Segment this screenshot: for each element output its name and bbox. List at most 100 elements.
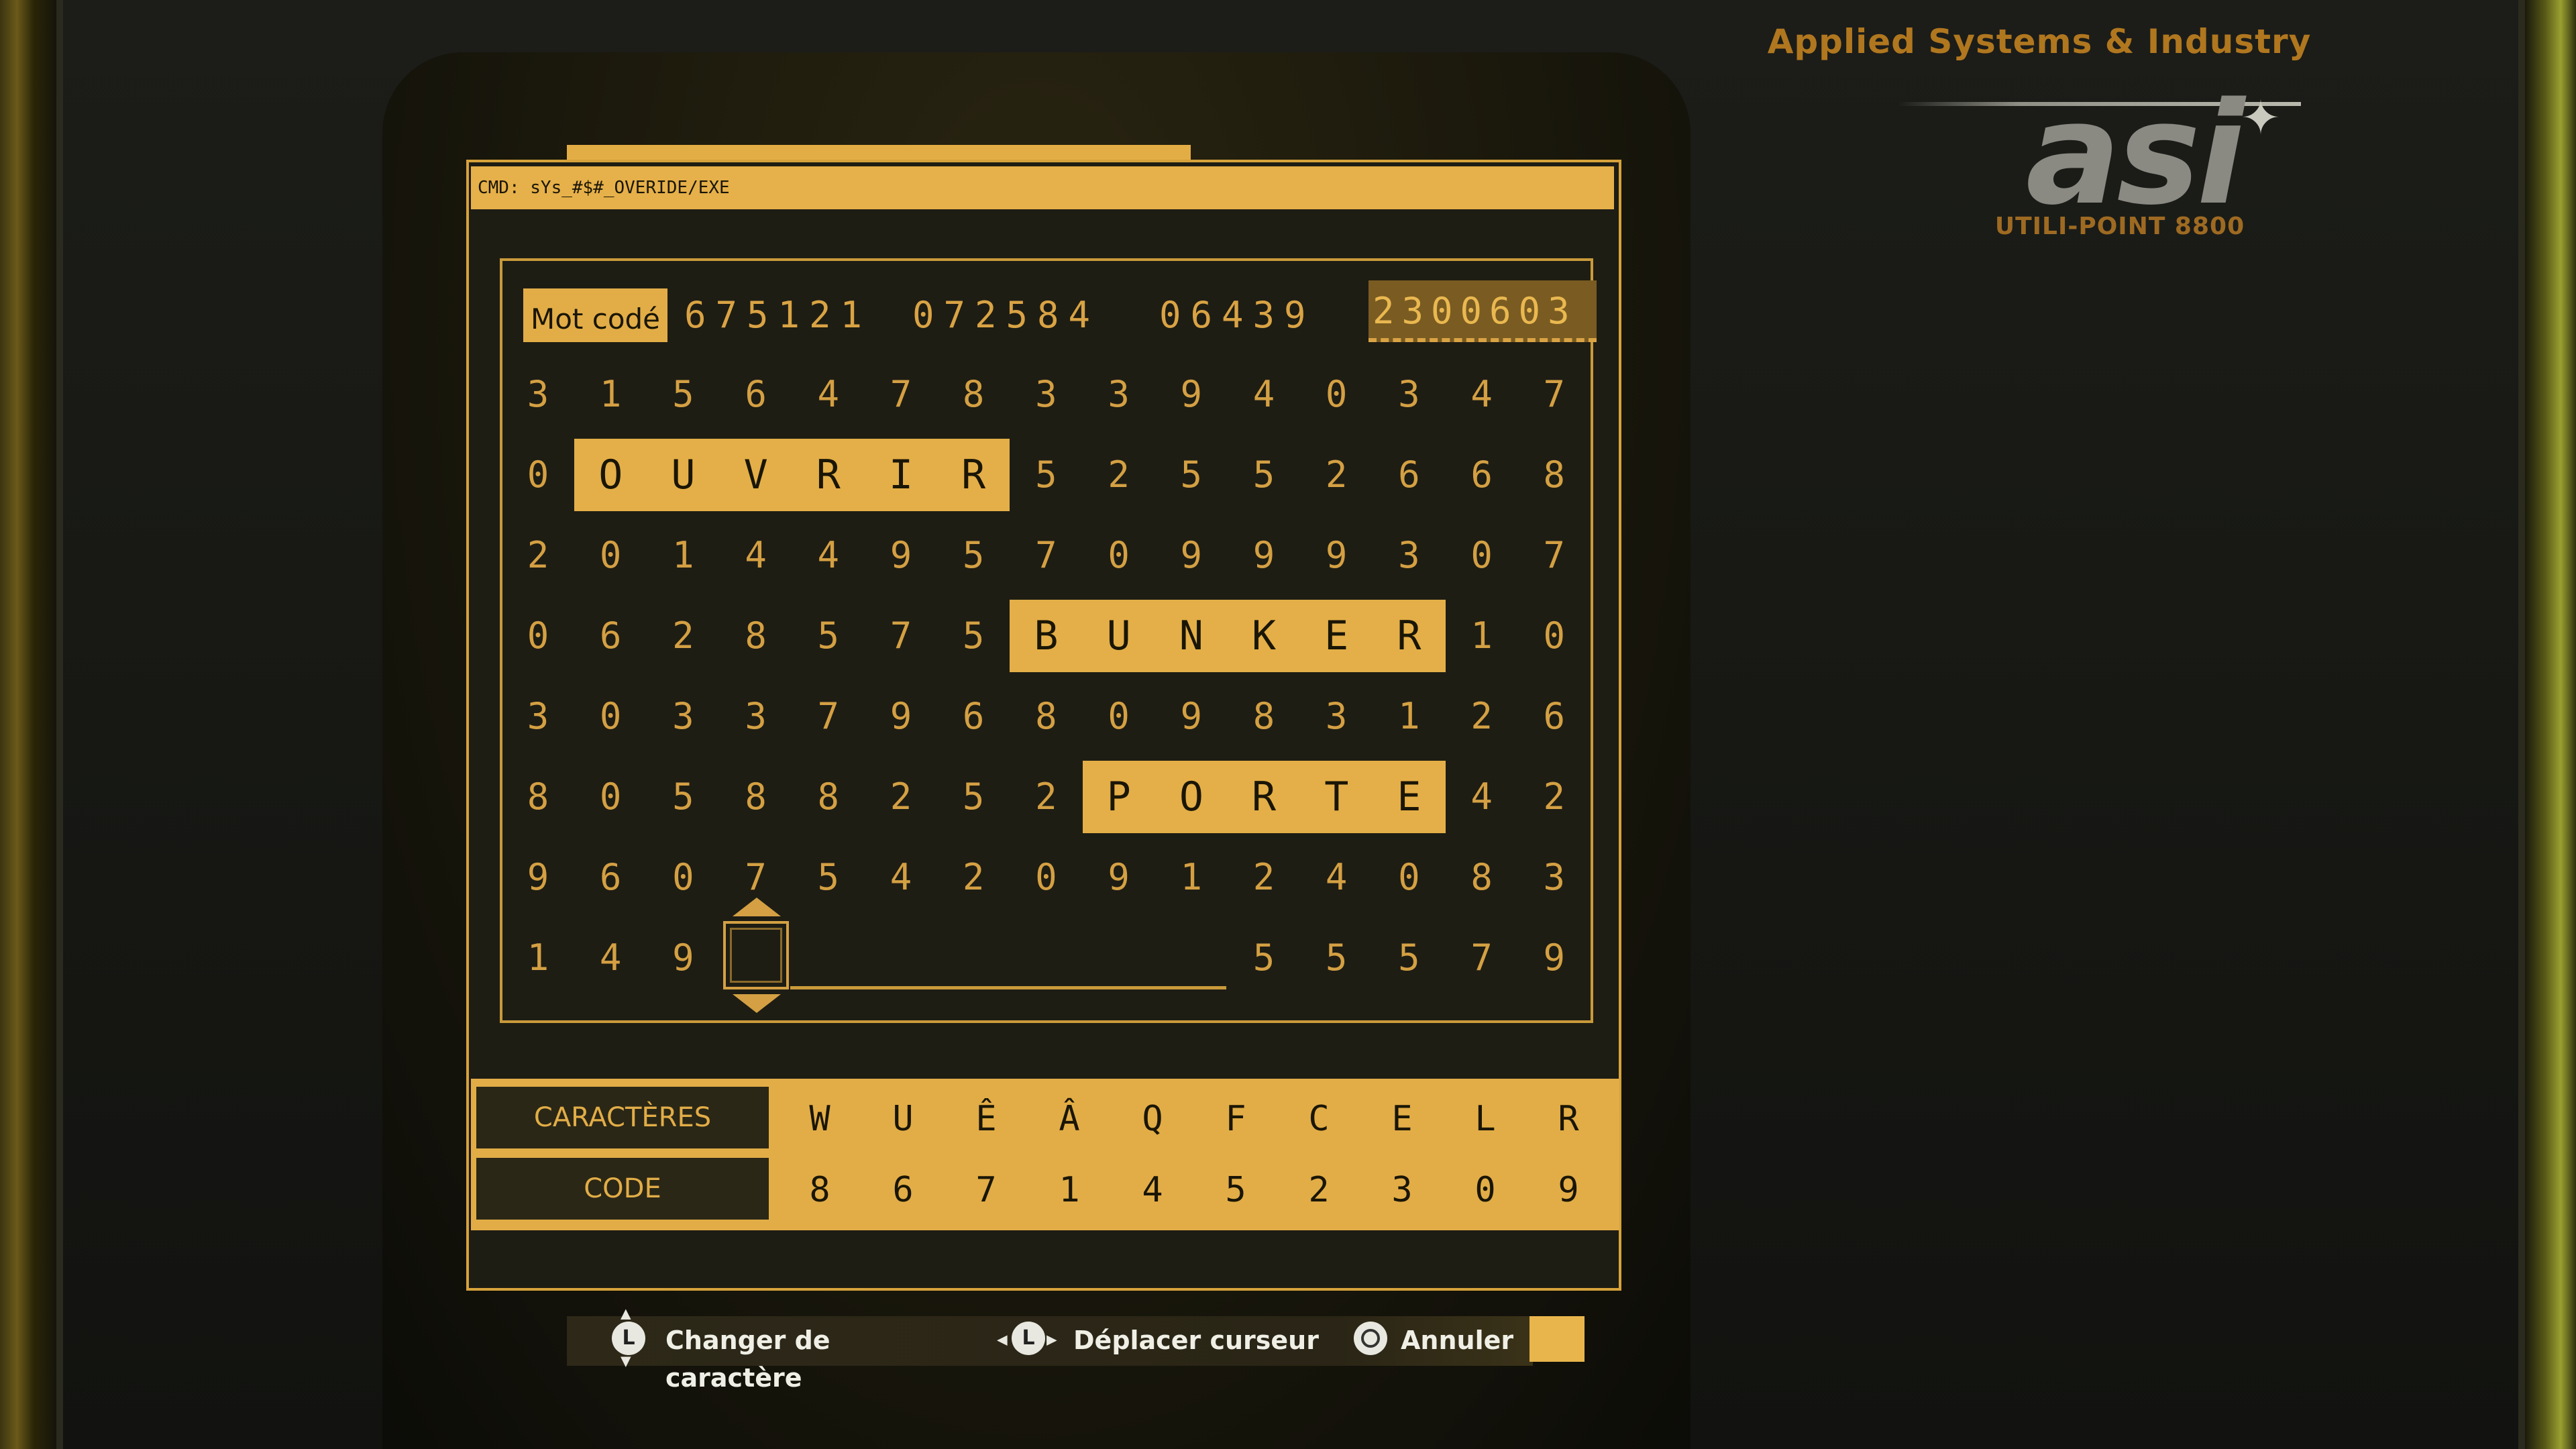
- grid-digit: 5: [672, 373, 694, 415]
- arrow-down-icon[interactable]: [733, 994, 781, 1013]
- grid-digit: 0: [1035, 856, 1057, 898]
- grid-digit: 3: [1325, 695, 1348, 737]
- grid-digit: 8: [1035, 695, 1057, 737]
- word-letter: O: [1179, 773, 1203, 820]
- grid-digit: 4: [1470, 775, 1493, 818]
- grid-digit: 3: [672, 695, 694, 737]
- grid-digit: 6: [962, 695, 985, 737]
- legend-code: 4: [1142, 1170, 1163, 1210]
- grid-digit: 5: [1252, 453, 1275, 496]
- grid-digit: 5: [817, 614, 840, 657]
- legend-character: W: [809, 1099, 830, 1139]
- grid-digit: 4: [1325, 856, 1348, 898]
- arrow-up-icon[interactable]: [733, 898, 781, 916]
- grid-digit: 5: [962, 775, 985, 818]
- grid-digit: 8: [527, 775, 549, 818]
- grid-digit: 8: [1470, 856, 1493, 898]
- grid-digit: 2: [1252, 856, 1275, 898]
- grid-digit: 5: [1325, 936, 1348, 979]
- grid-digit: 8: [745, 775, 767, 818]
- legend-code: 5: [1225, 1170, 1246, 1210]
- grid-digit: 8: [1543, 453, 1566, 496]
- circle-button-icon[interactable]: [1354, 1322, 1387, 1355]
- grid-digit: 3: [1543, 856, 1566, 898]
- grid-digit: 9: [1108, 856, 1130, 898]
- star-icon: ✦: [2241, 74, 2280, 150]
- grid-digit: 1: [1180, 856, 1203, 898]
- grid-digit: 9: [1180, 695, 1203, 737]
- grid-digit: 8: [1252, 695, 1275, 737]
- grid-digit: 2: [1470, 695, 1493, 737]
- legend-character: F: [1225, 1099, 1246, 1139]
- grid-digit: 9: [1180, 534, 1203, 576]
- left-stick-button-icon[interactable]: L: [1012, 1322, 1045, 1355]
- word-letter: R: [961, 451, 986, 498]
- word-letter: U: [671, 451, 696, 498]
- word-letter: E: [1397, 773, 1421, 820]
- grid-digit: 4: [817, 373, 840, 415]
- legend-code: 6: [892, 1170, 914, 1210]
- word-letter: R: [1252, 773, 1277, 820]
- word-letter: K: [1251, 612, 1277, 659]
- legend-character: E: [1391, 1099, 1413, 1139]
- grid-digit: 3: [527, 695, 549, 737]
- grid-digit: 4: [890, 856, 912, 898]
- legend-character: Â: [1059, 1099, 1080, 1139]
- grid-digit: 2: [1108, 453, 1130, 496]
- grid-digit: 0: [527, 453, 549, 496]
- grid-digit: 5: [817, 856, 840, 898]
- entry-underline: [790, 986, 1226, 989]
- grid-digit: 7: [1543, 534, 1566, 576]
- grid-digit: 9: [1543, 936, 1566, 979]
- legend-code: 7: [975, 1170, 997, 1210]
- grid-digit: 1: [527, 936, 549, 979]
- brand-model: UTILI-POINT 8800: [1994, 213, 2245, 240]
- grid-digit: 1: [672, 534, 694, 576]
- command-bar: CMD: sYs_#$#_OVERIDE/EXE: [471, 166, 1614, 209]
- word-letter: U: [1106, 612, 1131, 659]
- grid-digit: 2: [1543, 775, 1566, 818]
- grid-digit: 9: [1252, 534, 1275, 576]
- code-label: CODE: [476, 1158, 769, 1220]
- grid-digit: 2: [527, 534, 549, 576]
- grid-digit: 5: [1180, 453, 1203, 496]
- left-stick-button-icon[interactable]: L: [612, 1322, 645, 1355]
- legend-code: 8: [809, 1170, 830, 1210]
- word-letter: V: [743, 451, 768, 498]
- code-word-label: Mot codé: [523, 288, 667, 342]
- grid-digit: 9: [890, 534, 912, 576]
- grid-digit: 7: [890, 373, 912, 415]
- grid-digit: 3: [527, 373, 549, 415]
- legend-character: C: [1308, 1099, 1330, 1139]
- highlighted-word: P O RT E: [1082, 761, 1446, 833]
- grid-digit: 3: [1035, 373, 1057, 415]
- grid-digit: 5: [1035, 453, 1057, 496]
- grid-digit: 0: [599, 695, 622, 737]
- highlighted-word: BU N KE R: [1010, 600, 1446, 672]
- word-letter: P: [1106, 773, 1131, 820]
- grid-digit: 5: [672, 775, 694, 818]
- grid-digit: 6: [1470, 453, 1493, 496]
- grid-digit: 6: [599, 614, 622, 657]
- grid-digit: 2: [1035, 775, 1057, 818]
- grid-digit: 7: [817, 695, 840, 737]
- grid-digit: 3: [745, 695, 767, 737]
- grid-digit: 9: [527, 856, 549, 898]
- chevron-left-icon: ◀: [997, 1330, 1008, 1350]
- grid-digit: 5: [1398, 936, 1420, 979]
- grid-digit: 7: [1543, 373, 1566, 415]
- legend-character: R: [1558, 1099, 1579, 1139]
- word-letter: T: [1324, 773, 1349, 820]
- highlighted-word: O UV RIR: [574, 439, 1010, 511]
- grid-digit: 4: [817, 534, 840, 576]
- chevron-down-icon: ▼: [621, 1351, 631, 1371]
- grid-digit: 3: [1398, 373, 1420, 415]
- code-group: 06439: [1159, 294, 1316, 336]
- grid-digit: 0: [1398, 856, 1420, 898]
- change-character-hint: Changer de caractère: [665, 1326, 830, 1393]
- grid-digit: 9: [890, 695, 912, 737]
- brand-company-name: Applied Systems & Industry: [1767, 22, 2312, 61]
- cancel-hint[interactable]: Annuler: [1401, 1322, 1535, 1359]
- grid-digit: 3: [1398, 534, 1420, 576]
- grid-digit: 1: [1470, 614, 1493, 657]
